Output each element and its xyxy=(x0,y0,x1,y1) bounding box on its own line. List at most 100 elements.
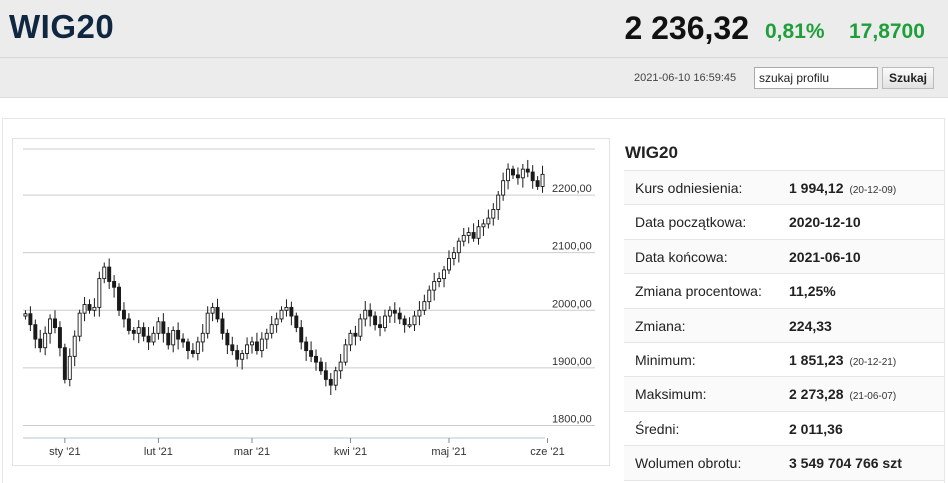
info-label: Minimum: xyxy=(635,351,696,368)
candle-body xyxy=(254,341,259,352)
candle-body xyxy=(181,338,186,343)
candle-body xyxy=(166,332,171,346)
candle-body xyxy=(205,312,210,334)
candle-body xyxy=(348,332,353,346)
info-value: 3 549 704 766 szt xyxy=(789,455,902,471)
info-date: (21-06-07) xyxy=(849,391,897,403)
info-value-text: 2021-06-10 xyxy=(789,248,861,265)
candle-body xyxy=(387,309,392,317)
y-tick-label: 2000,00 xyxy=(552,298,592,310)
info-value: 2 273,28 (21-06-07) xyxy=(789,386,896,402)
candle-body xyxy=(456,240,461,254)
candle-body xyxy=(33,324,38,340)
info-label: Średni: xyxy=(635,420,680,437)
candle-body xyxy=(461,234,466,242)
candle-body xyxy=(476,226,481,239)
info-value-text: 2 273,28 xyxy=(789,386,844,403)
info-row: Minimum: 1 851,23 (20-12-21) xyxy=(624,343,944,378)
info-row: Zmiana procentowa: 11,25% xyxy=(624,274,944,309)
candle-body xyxy=(28,313,33,326)
candle-body xyxy=(156,321,161,334)
candle-body xyxy=(259,338,264,352)
candle-body xyxy=(515,174,520,179)
info-label: Maksimum: xyxy=(635,386,707,403)
info-value: 1 994,12 (20-12-09) xyxy=(789,180,896,196)
candle-body xyxy=(466,232,471,236)
index-value: 2 236,32 xyxy=(624,10,749,46)
info-panel: WIG20 Kurs odniesienia: 1 994,12 (20-12-09… xyxy=(624,138,944,481)
info-label: Wolumen obrotu: xyxy=(635,455,742,472)
y-tick-label: 2100,00 xyxy=(552,241,592,253)
index-change-percent: 0,81% xyxy=(765,20,825,43)
candle-body xyxy=(328,378,333,386)
x-tick-label: kwi '21 xyxy=(334,446,367,458)
candle-body xyxy=(200,332,205,343)
candle-body xyxy=(161,321,166,334)
candle-body xyxy=(284,306,289,311)
candle-body xyxy=(190,350,195,354)
candle-body xyxy=(136,327,141,334)
candle-body xyxy=(87,304,92,311)
candle-body xyxy=(407,324,412,327)
price-chart: 1800,00 1900,00 2000,00 2100,00 2200,00 sty '… xyxy=(12,138,610,466)
info-value: 2021-06-10 xyxy=(789,249,861,265)
search-button[interactable]: Szukaj xyxy=(882,67,934,89)
x-tick-label: mar '21 xyxy=(234,446,270,458)
candle-body xyxy=(77,312,82,337)
candle-body xyxy=(67,355,72,380)
y-tick-label: 1800,00 xyxy=(552,413,592,425)
x-tick-label: sty '21 xyxy=(49,446,80,458)
candle-body xyxy=(392,309,397,314)
candle-body xyxy=(368,309,373,317)
info-value-text: 1 994,12 xyxy=(789,180,844,196)
info-row: Średni: 2 011,36 xyxy=(624,412,944,447)
candle-body xyxy=(279,309,284,320)
candle-body xyxy=(72,335,77,357)
candle-body xyxy=(501,180,506,196)
candle-body xyxy=(62,347,67,380)
candle-body xyxy=(299,327,304,343)
x-tick-label: maj '21 xyxy=(431,446,466,458)
candle-body xyxy=(176,329,181,340)
candle-body xyxy=(97,278,102,308)
candle-body xyxy=(240,353,245,360)
candle-body xyxy=(520,168,525,179)
search-input[interactable] xyxy=(754,67,878,89)
candle-body xyxy=(511,168,515,176)
candle-body xyxy=(92,306,97,311)
candle-body xyxy=(506,168,511,182)
candle-body xyxy=(402,318,407,326)
candle-body xyxy=(486,217,491,225)
candle-body xyxy=(151,332,156,343)
info-value: 1 851,23 (20-12-21) xyxy=(789,352,896,368)
candle-body xyxy=(471,232,476,239)
info-row: Maksimum: 2 273,28 (21-06-07) xyxy=(624,377,944,412)
candle-body xyxy=(146,335,151,343)
candle-body xyxy=(333,370,338,386)
candle-body xyxy=(530,171,535,182)
info-row: Data początkowa: 2020-12-10 xyxy=(624,205,944,240)
candle-body xyxy=(220,318,225,334)
info-label: Data końcowa: xyxy=(635,248,728,265)
info-label: Zmiana: xyxy=(635,317,686,334)
candle-body xyxy=(525,168,530,173)
candle-body xyxy=(117,286,122,311)
candle-body xyxy=(294,315,299,329)
candle-body xyxy=(540,173,545,187)
info-label: Zmiana procentowa: xyxy=(635,283,762,300)
candle-body xyxy=(48,318,53,334)
candle-body xyxy=(102,266,107,280)
info-label: Data początkowa: xyxy=(635,214,747,231)
info-value-text: 1 851,23 xyxy=(789,351,844,368)
info-value-text: 2020-12-10 xyxy=(789,214,861,231)
candle-body xyxy=(343,344,348,363)
candle-body xyxy=(314,355,318,363)
index-name: WIG20 xyxy=(9,8,115,45)
candle-body xyxy=(496,194,501,210)
candle-body xyxy=(225,332,230,346)
candle-body xyxy=(309,350,314,357)
candle-body xyxy=(422,301,427,311)
info-value: 2 011,36 xyxy=(789,421,843,437)
candle-body xyxy=(185,341,190,352)
x-tick-label: lut '21 xyxy=(144,446,173,458)
